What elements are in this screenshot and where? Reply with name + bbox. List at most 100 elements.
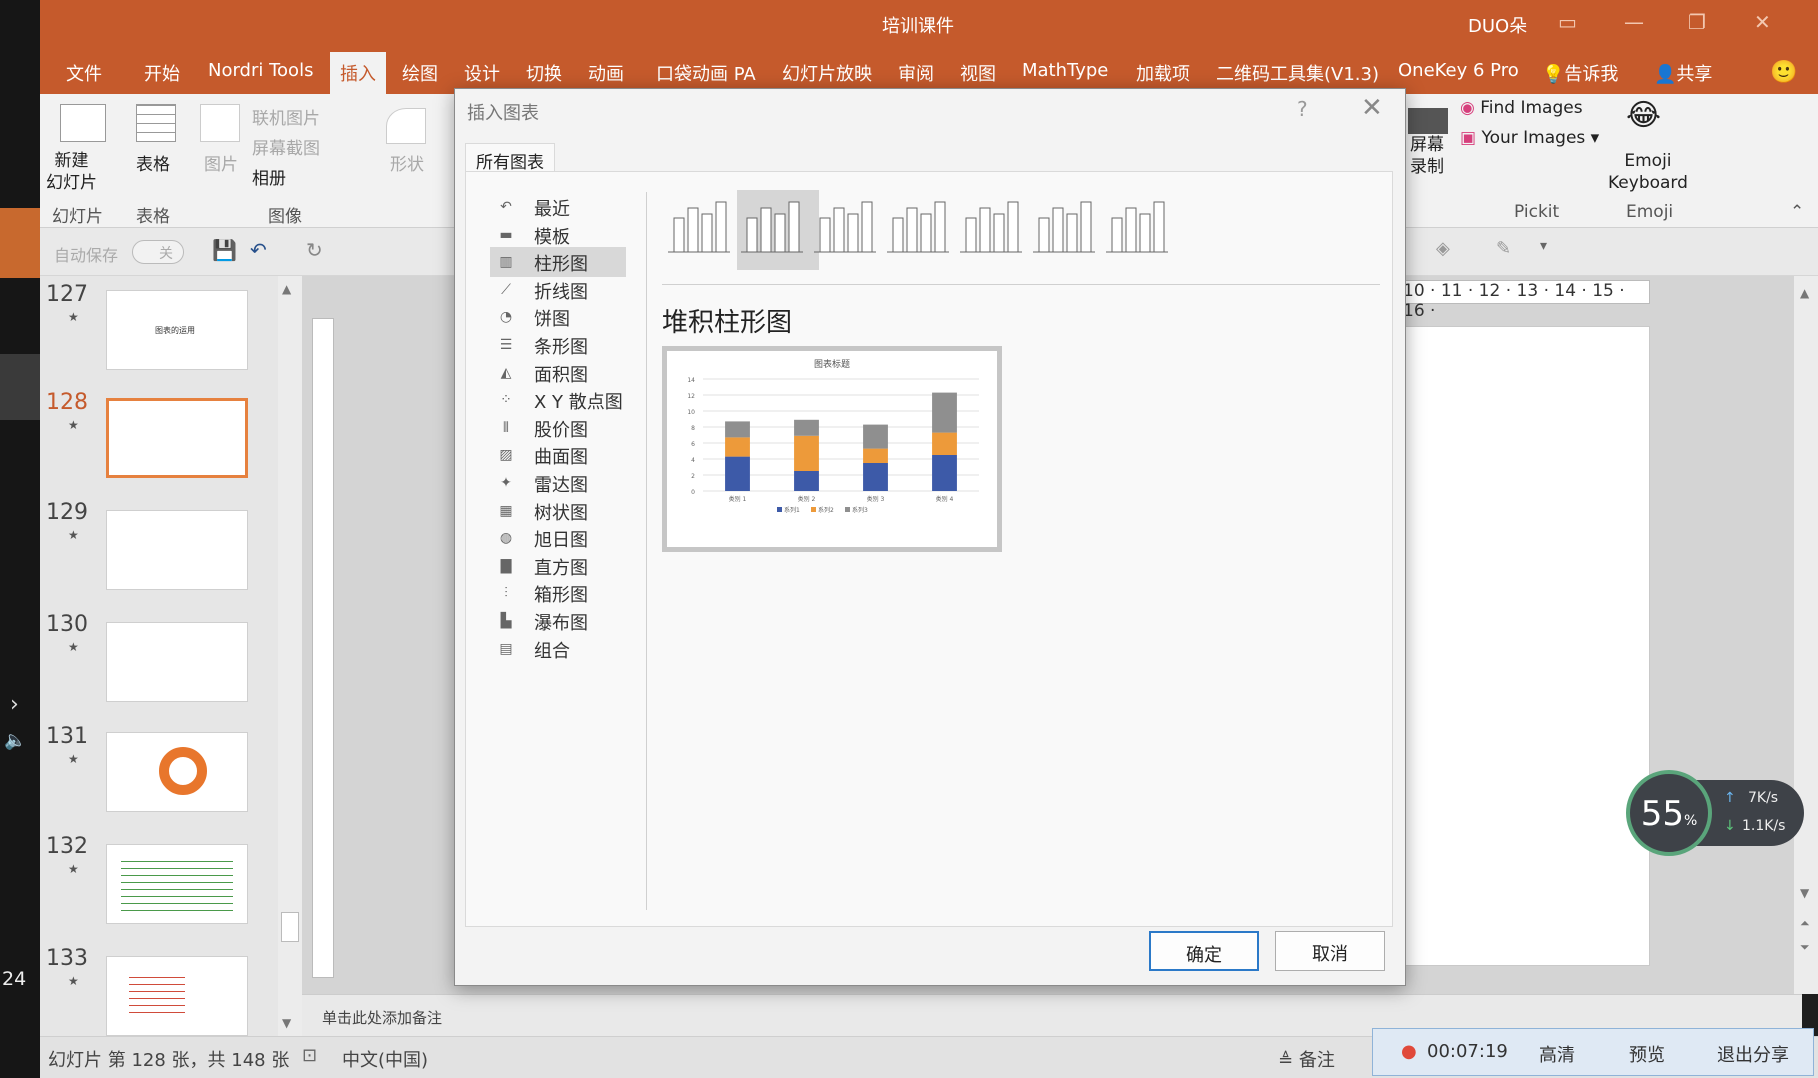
collapse-ribbon-icon[interactable]: ⌃ — [1790, 202, 1804, 222]
help-icon[interactable]: ? — [1297, 97, 1308, 121]
category-item[interactable]: ▦ 树状图 — [490, 496, 626, 526]
slide-thumbnail-133[interactable] — [106, 956, 248, 1036]
screen-record-button[interactable]: 屏幕 录制 — [1410, 134, 1444, 178]
tab-animations[interactable]: 动画 — [588, 60, 624, 86]
tab-design[interactable]: 设计 — [464, 60, 500, 86]
spellcheck-icon[interactable]: ⊡ — [302, 1045, 317, 1066]
tab-all-charts[interactable]: 所有图表 — [465, 143, 555, 173]
category-item[interactable]: ⫴ 股价图 — [490, 413, 626, 443]
scroll-down-icon[interactable]: ▼ — [1800, 886, 1809, 900]
side-tab-gray[interactable] — [0, 354, 40, 420]
qat-brush-icon[interactable]: ✎ — [1496, 238, 1511, 259]
chart-preview[interactable]: 图表标题 0 2 4 6 8 10 12 14 类别 1 类别 2 类别 3 类别 4 系列1 系列2 系列3 — [662, 346, 1002, 552]
language-label[interactable]: 中文(中国) — [342, 1046, 428, 1072]
screenshot-button[interactable]: 屏幕截图 — [252, 134, 320, 159]
slide-thumbnail-128[interactable] — [106, 398, 248, 478]
new-slide-button[interactable]: 新建 幻灯片 — [46, 150, 97, 194]
side-tab-orange[interactable] — [0, 208, 40, 278]
prev-slide-icon[interactable]: ⏶ — [1800, 916, 1810, 931]
column-subtype-option[interactable] — [1029, 190, 1111, 270]
tab-file[interactable]: 文件 — [66, 60, 102, 86]
exit-share-button[interactable]: 退出分享 — [1717, 1041, 1789, 1067]
restore-icon[interactable]: ❐ — [1688, 10, 1706, 34]
category-item[interactable]: ↶ 最近 — [490, 192, 626, 222]
column-subtype-option[interactable] — [956, 190, 1038, 270]
column-subtype-option[interactable] — [1102, 190, 1184, 270]
category-item[interactable]: ⁘ X Y 散点图 — [490, 385, 626, 415]
category-item[interactable]: ◔ 饼图 — [490, 302, 626, 332]
table-button[interactable]: 表格 — [136, 150, 170, 175]
tab-tell-me[interactable]: 💡告诉我 — [1542, 60, 1618, 86]
tab-draw[interactable]: 绘图 — [402, 60, 438, 86]
tab-pocket-animation[interactable]: 口袋动画 PA — [656, 60, 756, 86]
editor-scrollbar[interactable]: ▲ ▼ ⏶ ⏷ — [1794, 276, 1818, 994]
scroll-down-icon[interactable]: ▼ — [282, 1016, 291, 1030]
slide-thumbnail-131[interactable] — [106, 732, 248, 812]
next-slide-icon[interactable]: ⏷ — [1800, 940, 1810, 955]
tab-nordri-tools[interactable]: Nordri Tools — [208, 60, 313, 81]
tab-view[interactable]: 视图 — [960, 60, 996, 86]
notes-toggle[interactable]: ≜ 备注 — [1278, 1046, 1335, 1072]
category-item[interactable]: ☰ 条形图 — [490, 330, 626, 360]
category-item[interactable]: ▬ 模板 — [490, 220, 626, 250]
scroll-up-icon[interactable]: ▲ — [1800, 286, 1809, 300]
tab-home[interactable]: 开始 — [144, 60, 180, 86]
new-slide-icon[interactable] — [60, 104, 106, 142]
category-item[interactable]: ⫶ 箱形图 — [490, 578, 626, 608]
hd-button[interactable]: 高清 — [1539, 1041, 1575, 1067]
undo-icon[interactable]: ↶ — [250, 238, 267, 262]
category-item[interactable]: ▥ 柱形图 — [490, 247, 626, 278]
slide-thumbnail-127[interactable]: 图表的运用 — [106, 290, 248, 370]
shapes-button[interactable]: 形状 — [390, 150, 424, 175]
minimize-icon[interactable]: — — [1624, 10, 1644, 34]
speaker-icon[interactable]: 🔈 — [4, 730, 26, 751]
emoji-keyboard-button[interactable]: Emoji Keyboard — [1608, 150, 1688, 194]
online-picture-button[interactable]: 联机图片 — [252, 104, 320, 129]
find-images-button[interactable]: ◉ Find Images — [1460, 98, 1583, 118]
thumbnail-scrollbar[interactable]: ▲ ▼ — [278, 276, 302, 1036]
column-subtype-option[interactable] — [664, 190, 746, 270]
close-window-icon[interactable]: ✕ — [1754, 10, 1771, 34]
slide-thumbnail-132[interactable] — [106, 844, 248, 924]
picture-icon[interactable] — [200, 104, 240, 142]
autosave-toggle[interactable]: 关 — [132, 240, 184, 264]
tab-qrcode[interactable]: 二维码工具集(V1.3) — [1216, 60, 1379, 86]
tab-slideshow[interactable]: 幻灯片放映 — [782, 60, 872, 86]
category-item[interactable]: ◭ 面积图 — [490, 358, 626, 388]
slide-thumbnail-130[interactable] — [106, 622, 248, 702]
save-icon[interactable]: 💾 — [212, 238, 237, 262]
category-item[interactable]: ◍ 旭日图 — [490, 523, 626, 553]
picture-button[interactable]: 图片 — [204, 150, 238, 175]
smiley-feedback-icon[interactable]: 🙂 — [1770, 60, 1797, 85]
notes-placeholder[interactable]: 单击此处添加备注 — [322, 1007, 442, 1028]
your-images-button[interactable]: ▣ Your Images ▾ — [1460, 128, 1599, 148]
scroll-thumb[interactable] — [281, 912, 299, 942]
slide-thumbnail-129[interactable] — [106, 510, 248, 590]
screen-record-icon[interactable] — [1408, 108, 1448, 134]
close-icon[interactable]: ✕ — [1361, 93, 1383, 123]
shapes-icon[interactable] — [386, 108, 426, 144]
tab-transitions[interactable]: 切换 — [526, 60, 562, 86]
tab-onekey[interactable]: OneKey 6 Pro — [1398, 60, 1519, 81]
network-speed-widget[interactable]: ↑ 7K/s ↓ 1.1K/s 55% — [1626, 770, 1806, 856]
category-item[interactable]: ▨ 曲面图 — [490, 440, 626, 470]
tab-addins[interactable]: 加载项 — [1136, 60, 1190, 86]
album-button[interactable]: 相册 — [252, 164, 286, 189]
redo-icon[interactable]: ↻ — [306, 238, 323, 262]
category-item[interactable]: ⟋ 折线图 — [490, 275, 626, 305]
tab-mathtype[interactable]: MathType — [1022, 60, 1108, 81]
ribbon-display-icon[interactable]: ▭ — [1558, 10, 1577, 34]
expand-arrow-icon[interactable]: › — [10, 692, 19, 717]
share-button[interactable]: 👤共享 — [1654, 60, 1712, 86]
qat-customize-icon[interactable]: ▾ — [1540, 238, 1547, 254]
category-item[interactable]: ✦ 雷达图 — [490, 468, 626, 498]
category-item[interactable]: ▙ 瀑布图 — [490, 606, 626, 636]
preview-button[interactable]: 预览 — [1629, 1041, 1665, 1067]
category-item[interactable]: ▤ 组合 — [490, 634, 626, 664]
slide-canvas[interactable] — [1404, 326, 1650, 966]
tab-review[interactable]: 审阅 — [898, 60, 934, 86]
tab-insert[interactable]: 插入 — [330, 52, 386, 94]
category-item[interactable]: ▇ 直方图 — [490, 551, 626, 581]
qat-tool-icon[interactable]: ◈ — [1436, 238, 1450, 259]
ok-button[interactable]: 确定 — [1149, 931, 1259, 971]
